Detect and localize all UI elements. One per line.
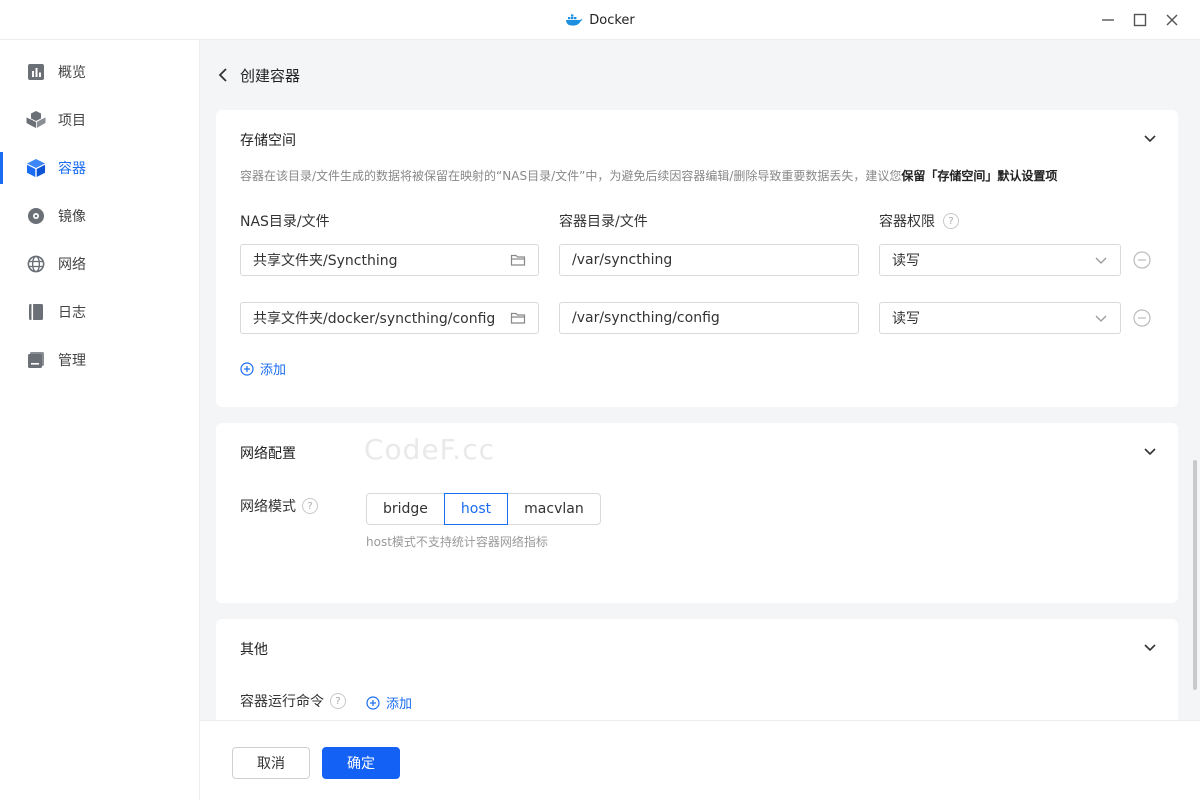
image-icon <box>26 206 46 226</box>
sidebar-item-network[interactable]: 网络 <box>0 244 200 284</box>
other-section-title: 其他 <box>240 642 268 658</box>
container-path-value: /var/syncthing/config <box>572 310 720 326</box>
confirm-button[interactable]: 确定 <box>322 747 400 779</box>
sidebar-item-project[interactable]: 项目 <box>0 100 200 140</box>
folder-icon[interactable] <box>510 252 526 268</box>
container-path-field[interactable]: /var/syncthing/config <box>559 302 859 334</box>
permission-select[interactable]: 读写 <box>879 302 1121 334</box>
close-icon[interactable] <box>1162 10 1182 30</box>
plus-circle-icon <box>366 695 380 710</box>
storage-hint-bold: 保留「存储空间」默认设置项 <box>901 169 1058 183</box>
permission-value: 读写 <box>892 253 920 269</box>
column-header-label: 容器权限 <box>879 214 935 230</box>
network-mode-macvlan[interactable]: macvlan <box>507 493 601 525</box>
sidebar: 概览 项目 容器 镜像 网络 日志 管理 <box>0 40 200 800</box>
cancel-button[interactable]: 取消 <box>232 747 310 779</box>
sidebar-item-image[interactable]: 镜像 <box>0 196 200 236</box>
network-card: CodeF.cc 网络配置 网络模式 ? bridge host macvlan… <box>216 423 1178 603</box>
run-command-label: 容器运行命令 ? <box>240 691 346 711</box>
network-mode-label-text: 网络模式 <box>240 499 296 515</box>
nas-path-field[interactable]: 共享文件夹/docker/syncthing/config <box>240 302 539 334</box>
container-path-value: /var/syncthing <box>572 252 673 268</box>
log-icon <box>26 302 46 322</box>
network-mode-host[interactable]: host <box>443 493 509 525</box>
manage-icon <box>26 350 46 370</box>
sidebar-item-label: 网络 <box>58 257 86 273</box>
project-icon <box>26 110 46 130</box>
sidebar-item-container[interactable]: 容器 <box>0 148 200 188</box>
page-title: 创建容器 <box>240 66 301 85</box>
permission-value: 读写 <box>892 311 920 327</box>
sidebar-item-label: 日志 <box>58 305 86 321</box>
chevron-down-icon <box>1094 311 1108 325</box>
chevron-down-icon <box>1094 253 1108 267</box>
remove-row-icon[interactable] <box>1133 251 1151 269</box>
column-header-permission: 容器权限 ? <box>879 211 959 231</box>
storage-hint: 容器在该目录/文件生成的数据将被保留在映射的“NAS目录/文件”中，为避免后续因… <box>240 167 1057 184</box>
other-card: 其他 容器运行命令 ? 添加 <box>216 619 1178 720</box>
sidebar-item-overview[interactable]: 概览 <box>0 52 200 92</box>
sidebar-item-label: 管理 <box>58 353 86 369</box>
help-icon[interactable]: ? <box>302 498 318 514</box>
sidebar-item-label: 项目 <box>58 113 86 129</box>
nas-path-field[interactable]: 共享文件夹/Syncthing <box>240 244 539 276</box>
column-header-container: 容器目录/文件 <box>559 211 648 231</box>
sidebar-item-label: 镜像 <box>58 209 86 225</box>
network-section-title: 网络配置 <box>240 446 296 462</box>
docker-whale-icon <box>565 13 583 27</box>
main-content: 创建容器 存储空间 容器在该目录/文件生成的数据将被保留在映射的“NAS目录/文… <box>200 40 1200 720</box>
help-icon[interactable]: ? <box>943 213 959 229</box>
storage-card: 存储空间 容器在该目录/文件生成的数据将被保留在映射的“NAS目录/文件”中，为… <box>216 110 1178 407</box>
column-header-label: 容器目录/文件 <box>559 214 648 230</box>
network-mode-bridge[interactable]: bridge <box>366 493 445 525</box>
chevron-down-icon[interactable] <box>1142 639 1158 655</box>
add-command-button[interactable]: 添加 <box>366 693 412 712</box>
chevron-down-icon[interactable] <box>1142 443 1158 459</box>
chevron-down-icon[interactable] <box>1142 130 1158 146</box>
add-label: 添加 <box>386 697 413 712</box>
sidebar-item-manage[interactable]: 管理 <box>0 340 200 380</box>
storage-hint-text: 容器在该目录/文件生成的数据将被保留在映射的“NAS目录/文件”中，为避免后续因… <box>240 169 902 183</box>
plus-circle-icon <box>240 361 254 376</box>
watermark-text: CodeF.cc <box>364 433 495 466</box>
help-icon[interactable]: ? <box>330 693 346 709</box>
network-mode-label: 网络模式 ? <box>240 496 318 516</box>
page-header: 创建容器 <box>216 60 300 90</box>
network-mode-segmented: bridge host macvlan <box>366 493 601 525</box>
add-label: 添加 <box>260 363 287 378</box>
folder-icon[interactable] <box>510 310 526 326</box>
window-title-group: Docker <box>0 0 1200 40</box>
network-mode-hint: host模式不支持统计容器网络指标 <box>366 535 548 549</box>
container-icon <box>26 158 46 178</box>
sidebar-item-label: 概览 <box>58 65 86 81</box>
storage-section-title: 存储空间 <box>240 133 296 149</box>
nas-path-value: 共享文件夹/docker/syncthing/config <box>253 311 496 327</box>
back-arrow-icon[interactable] <box>216 68 230 82</box>
overview-icon <box>26 62 46 82</box>
network-icon <box>26 254 46 274</box>
column-header-label: NAS目录/文件 <box>240 214 330 230</box>
title-bar: Docker <box>0 0 1200 40</box>
sidebar-item-label: 容器 <box>58 161 86 177</box>
footer: 取消 确定 <box>200 720 1200 800</box>
remove-row-icon[interactable] <box>1133 309 1151 327</box>
container-path-field[interactable]: /var/syncthing <box>559 244 859 276</box>
maximize-icon[interactable] <box>1130 10 1150 30</box>
add-storage-button[interactable]: 添加 <box>240 359 286 378</box>
sidebar-item-log[interactable]: 日志 <box>0 292 200 332</box>
minimize-icon[interactable] <box>1098 10 1118 30</box>
run-command-label-text: 容器运行命令 <box>240 694 324 710</box>
permission-select[interactable]: 读写 <box>879 244 1121 276</box>
window-title: Docker <box>589 12 635 28</box>
scrollbar[interactable] <box>1193 460 1197 690</box>
nas-path-value: 共享文件夹/Syncthing <box>253 253 398 269</box>
column-header-nas: NAS目录/文件 <box>240 211 330 231</box>
